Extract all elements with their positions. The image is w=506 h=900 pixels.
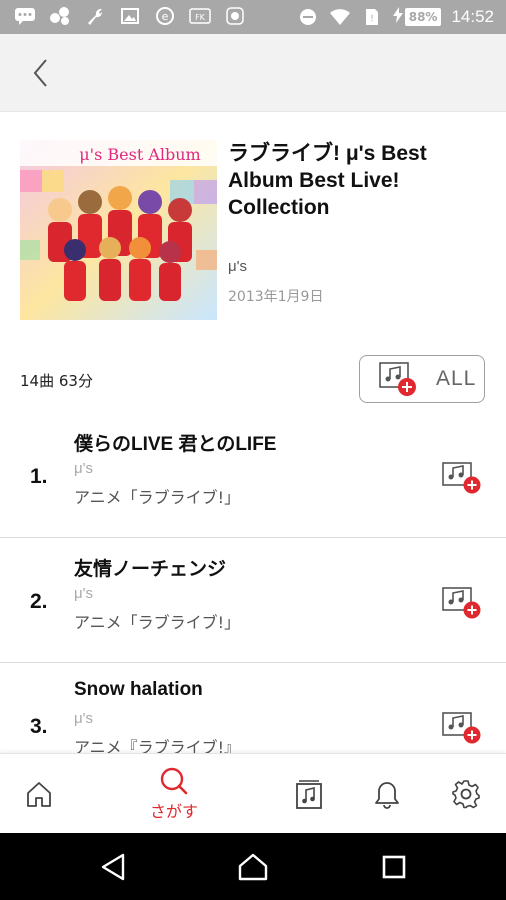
- track-list: 1. 僕らのLIVE 君とのLIFE μ's アニメ「ラブライブ!」 2. 友情…: [0, 413, 506, 753]
- back-button[interactable]: [24, 56, 58, 90]
- app-icon: [224, 5, 246, 27]
- nav-settings[interactable]: [448, 754, 484, 834]
- dots-cluster-icon: [49, 5, 71, 27]
- add-track-button[interactable]: [441, 586, 483, 620]
- wifi-icon: [329, 6, 351, 28]
- svg-text:FK: FK: [195, 13, 206, 22]
- bell-icon: [375, 782, 399, 809]
- sync-icon: e: [154, 5, 176, 27]
- track-title: Snow halation: [74, 679, 203, 700]
- add-track-button[interactable]: [441, 461, 483, 495]
- nav-home[interactable]: [18, 754, 60, 834]
- track-artist: μ's: [74, 585, 94, 602]
- system-nav-bar: [0, 833, 506, 900]
- charging-icon: [392, 7, 403, 27]
- track-row[interactable]: 3. Snow halation μ's アニメ『ラブライブ!』: [0, 663, 506, 753]
- battery: 88%: [392, 7, 442, 27]
- chevron-left-icon: [33, 59, 47, 87]
- image-icon: [119, 5, 141, 27]
- dnd-icon: [297, 6, 319, 28]
- system-back-button[interactable]: [97, 851, 129, 883]
- app-header: [0, 34, 506, 112]
- track-summary: 14曲 63分: [20, 372, 93, 390]
- release-date: 2013年1月9日: [228, 289, 324, 305]
- playlist-icon: [296, 780, 322, 809]
- svg-text:!: !: [370, 14, 374, 24]
- status-bar: e FK ! 88% 14:52: [0, 0, 506, 34]
- nav-search[interactable]: さがす: [138, 754, 210, 834]
- back-triangle-icon: [101, 853, 125, 881]
- search-icon: [160, 767, 188, 795]
- notification-icons: e FK: [14, 5, 246, 27]
- add-to-playlist-icon: [442, 712, 481, 744]
- system-home-button[interactable]: [237, 851, 269, 883]
- add-track-button[interactable]: [441, 711, 483, 745]
- track-album: アニメ「ラブライブ!」: [74, 613, 241, 632]
- track-artist: μ's: [74, 460, 94, 477]
- track-number: 1.: [30, 465, 48, 488]
- add-to-playlist-icon: [442, 587, 481, 619]
- track-title: 友情ノーチェンジ: [74, 559, 227, 580]
- recents-square-icon: [382, 855, 406, 879]
- add-all-button[interactable]: ALL: [359, 355, 485, 403]
- wrench-icon: [84, 5, 106, 27]
- home-outline-icon: [238, 853, 268, 881]
- track-album: アニメ「ラブライブ!」: [74, 488, 241, 507]
- track-number: 3.: [30, 715, 48, 738]
- sim-icon: !: [361, 6, 383, 28]
- nav-search-label: さがす: [149, 802, 198, 821]
- battery-level: 88%: [404, 8, 442, 26]
- clock: 14:52: [451, 7, 494, 26]
- track-title: 僕らのLIVE 君とのLIFE: [74, 434, 277, 455]
- album-title: ラブライブ! μ's Best Album Best Live! Collect…: [228, 142, 427, 219]
- add-to-playlist-icon: [379, 362, 416, 396]
- album-art[interactable]: μ's Best Album: [20, 140, 217, 320]
- system-status: ! 88% 14:52: [297, 5, 494, 29]
- nav-playlist[interactable]: [292, 754, 326, 834]
- bottom-nav: さがす: [0, 753, 506, 833]
- home-icon: [27, 782, 51, 807]
- add-to-playlist-icon: [442, 462, 481, 494]
- system-recents-button[interactable]: [378, 851, 410, 883]
- track-row[interactable]: 1. 僕らのLIVE 君とのLIFE μ's アニメ「ラブライブ!」: [0, 413, 506, 538]
- svg-text:e: e: [162, 10, 169, 23]
- art-caption: μ's Best Album: [79, 145, 200, 164]
- add-all-label: ALL: [436, 367, 477, 390]
- album-artist[interactable]: μ's: [228, 258, 247, 275]
- track-album: アニメ『ラブライブ!』: [74, 738, 241, 753]
- track-number: 2.: [30, 590, 48, 613]
- chat-icon: [14, 5, 36, 27]
- fk-icon: FK: [189, 5, 211, 27]
- track-row[interactable]: 2. 友情ノーチェンジ μ's アニメ「ラブライブ!」: [0, 538, 506, 663]
- nav-notifications[interactable]: [370, 754, 404, 834]
- gear-icon: [452, 780, 480, 809]
- track-artist: μ's: [74, 710, 94, 727]
